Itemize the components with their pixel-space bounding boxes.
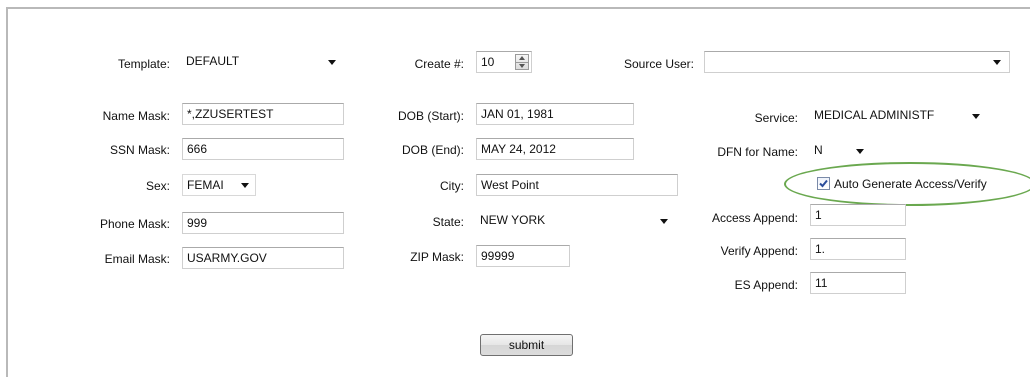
city-input[interactable]: West Point bbox=[476, 174, 678, 196]
chevron-down-icon bbox=[993, 60, 1001, 65]
dob-end-label: DOB (End): bbox=[401, 143, 464, 157]
chevron-down-icon bbox=[856, 149, 864, 154]
state-value: NEW YORK bbox=[480, 213, 546, 227]
sex-label: Sex: bbox=[145, 179, 170, 193]
dob-start-label: DOB (Start): bbox=[397, 109, 464, 123]
spin-down-icon[interactable] bbox=[516, 62, 528, 69]
state-label: State: bbox=[432, 215, 464, 229]
chevron-down-icon bbox=[972, 114, 980, 119]
service-value: MEDICAL ADMINISTF bbox=[814, 108, 935, 122]
dob-start-input[interactable]: JAN 01, 1981 bbox=[476, 103, 634, 125]
create-count-label: Create #: bbox=[414, 57, 464, 71]
service-label: Service: bbox=[754, 111, 798, 125]
template-value: DEFAULT bbox=[186, 54, 240, 68]
template-select[interactable]: DEFAULT bbox=[182, 51, 344, 73]
template-label: Template: bbox=[117, 57, 170, 71]
highlight-ellipse bbox=[784, 162, 1030, 206]
dob-end-input[interactable]: MAY 24, 2012 bbox=[476, 138, 634, 160]
phone-mask-label: Phone Mask: bbox=[99, 217, 170, 231]
email-mask-label: Email Mask: bbox=[104, 252, 170, 266]
access-append-label: Access Append: bbox=[711, 211, 798, 225]
access-append-input[interactable]: 1 bbox=[810, 204, 906, 226]
dfn-for-name-select[interactable]: N bbox=[810, 140, 874, 162]
sex-select[interactable]: FEMAI bbox=[182, 174, 256, 196]
es-append-input[interactable]: 11 bbox=[810, 272, 906, 294]
submit-button[interactable]: submit bbox=[480, 334, 573, 356]
create-count-stepper[interactable]: 10 bbox=[476, 51, 532, 73]
dfn-for-name-label: DFN for Name: bbox=[717, 145, 798, 159]
es-append-label: ES Append: bbox=[734, 278, 798, 292]
name-mask-label: Name Mask: bbox=[102, 109, 170, 123]
phone-mask-input[interactable]: 999 bbox=[182, 212, 344, 234]
state-select[interactable]: NEW YORK bbox=[476, 210, 676, 232]
ssn-mask-input[interactable]: 666 bbox=[182, 138, 344, 160]
sex-value: FEMAI bbox=[187, 178, 224, 192]
service-select[interactable]: MEDICAL ADMINISTF bbox=[810, 105, 986, 127]
chevron-down-icon bbox=[241, 183, 249, 188]
dfn-for-name-value: N bbox=[814, 143, 823, 157]
name-mask-input[interactable]: *,ZZUSERTEST bbox=[182, 103, 344, 125]
source-user-select[interactable] bbox=[704, 51, 1010, 73]
chevron-down-icon bbox=[328, 60, 336, 65]
email-mask-input[interactable]: USARMY.GOV bbox=[182, 247, 344, 269]
create-count-value: 10 bbox=[481, 55, 495, 69]
verify-append-input[interactable]: 1. bbox=[810, 238, 906, 260]
ssn-mask-label: SSN Mask: bbox=[109, 143, 170, 157]
zip-mask-label: ZIP Mask: bbox=[410, 250, 464, 264]
verify-append-label: Verify Append: bbox=[720, 244, 798, 258]
source-user-label: Source User: bbox=[623, 57, 694, 71]
city-label: City: bbox=[440, 179, 464, 193]
spinner-icon[interactable] bbox=[515, 54, 529, 70]
chevron-down-icon bbox=[660, 219, 668, 224]
zip-mask-input[interactable]: 99999 bbox=[476, 245, 570, 267]
